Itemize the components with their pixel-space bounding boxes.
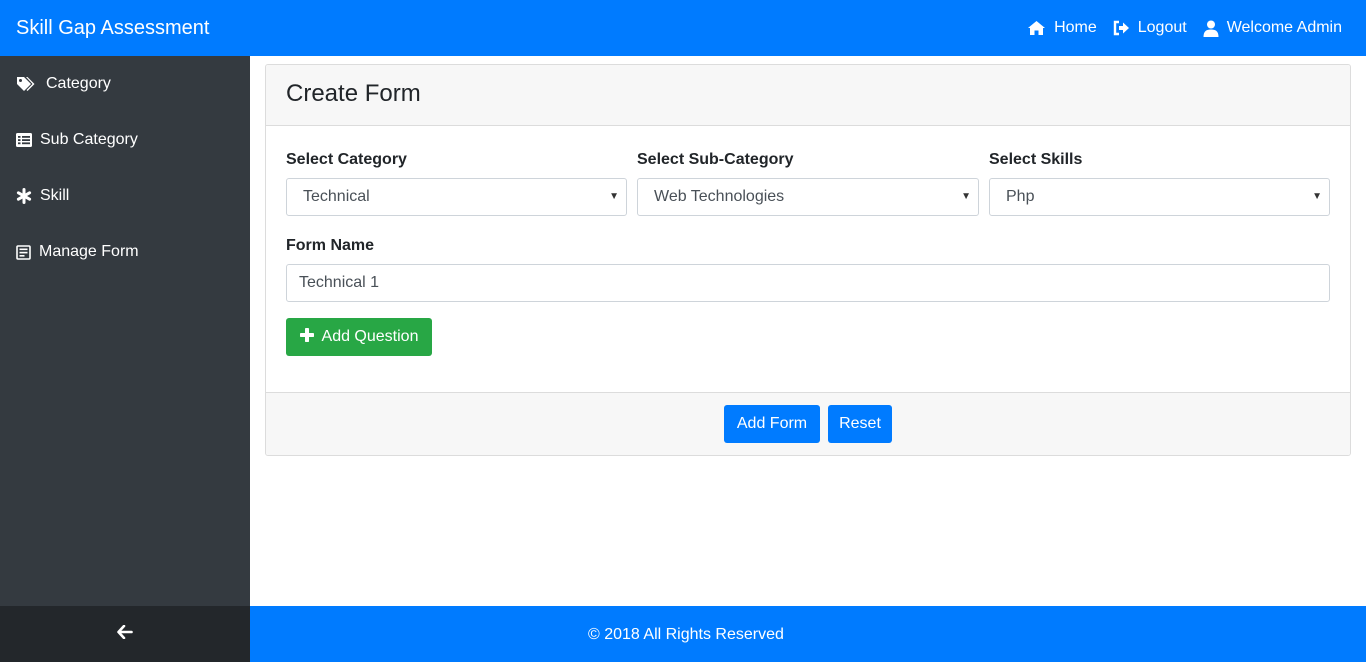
subcategory-label: Select Sub-Category bbox=[637, 151, 794, 168]
sidebar-item-sub-category[interactable]: Sub Category bbox=[16, 129, 138, 151]
list-icon bbox=[16, 133, 32, 147]
form-name-label: Form Name bbox=[286, 237, 375, 254]
form-icon bbox=[16, 244, 31, 260]
page-title: Create Form bbox=[286, 80, 421, 107]
sidebar: Category Sub Category Skill Manage Form bbox=[0, 56, 250, 606]
subcategory-select-value: Web Technologies bbox=[654, 188, 785, 205]
chevron-down-icon: ▼ bbox=[961, 191, 971, 202]
add-question-button[interactable]: Add Question bbox=[286, 318, 432, 356]
nav-home[interactable]: Home bbox=[1027, 17, 1097, 39]
brand-title[interactable]: Skill Gap Assessment bbox=[16, 16, 209, 40]
nav-home-label: Home bbox=[1054, 19, 1097, 36]
home-icon bbox=[1027, 20, 1046, 36]
nav-logout-label: Logout bbox=[1137, 19, 1187, 36]
copyright-text: © 2018 All Rights Reserved bbox=[588, 626, 784, 643]
sidebar-collapse-button[interactable] bbox=[0, 606, 250, 662]
sidebar-item-category[interactable]: Category bbox=[16, 73, 111, 95]
sidebar-item-manage-form[interactable]: Manage Form bbox=[16, 241, 139, 263]
reset-label: Reset bbox=[839, 415, 881, 432]
sidebar-item-label: Sub Category bbox=[40, 131, 138, 148]
add-form-label: Add Form bbox=[736, 415, 808, 432]
nav-user-label: Welcome Admin bbox=[1226, 19, 1342, 36]
skills-select-value: Php bbox=[1006, 188, 1035, 205]
form-name-input[interactable]: Technical 1 bbox=[286, 264, 1330, 302]
top-nav: Home Logout Welcome Admin bbox=[1027, 17, 1342, 39]
top-navbar: Skill Gap Assessment Home Logout Welcome… bbox=[0, 0, 1366, 56]
logout-icon bbox=[1113, 20, 1130, 36]
nav-user[interactable]: Welcome Admin bbox=[1203, 17, 1342, 39]
category-select-value: Technical bbox=[303, 188, 370, 205]
page-footer: © 2018 All Rights Reserved bbox=[250, 606, 1366, 662]
card-footer: Add Form Reset bbox=[266, 392, 1350, 455]
create-form-card: Create Form Select Category Technical ▼ … bbox=[265, 64, 1351, 456]
arrow-left-icon bbox=[117, 624, 133, 644]
sidebar-item-label: Manage Form bbox=[39, 243, 139, 260]
tags-icon bbox=[16, 76, 36, 92]
plus-icon bbox=[299, 327, 314, 347]
sidebar-item-skill[interactable]: Skill bbox=[16, 185, 69, 207]
chevron-down-icon: ▼ bbox=[609, 191, 619, 202]
skills-label: Select Skills bbox=[989, 151, 1083, 168]
category-select[interactable]: Technical ▼ bbox=[286, 178, 627, 216]
user-icon bbox=[1203, 20, 1219, 37]
subcategory-select[interactable]: Web Technologies ▼ bbox=[637, 178, 979, 216]
nav-logout[interactable]: Logout bbox=[1113, 17, 1187, 39]
sidebar-item-label: Skill bbox=[40, 187, 70, 204]
sidebar-item-label: Category bbox=[46, 75, 111, 92]
category-label: Select Category bbox=[286, 151, 407, 168]
skills-select[interactable]: Php ▼ bbox=[989, 178, 1330, 216]
card-header: Create Form bbox=[266, 65, 1350, 126]
form-name-value: Technical 1 bbox=[299, 274, 380, 291]
add-question-label: Add Question bbox=[321, 328, 419, 345]
add-form-button[interactable]: Add Form bbox=[724, 405, 820, 443]
reset-button[interactable]: Reset bbox=[828, 405, 892, 443]
chevron-down-icon: ▼ bbox=[1312, 191, 1322, 202]
asterisk-icon bbox=[16, 188, 32, 204]
